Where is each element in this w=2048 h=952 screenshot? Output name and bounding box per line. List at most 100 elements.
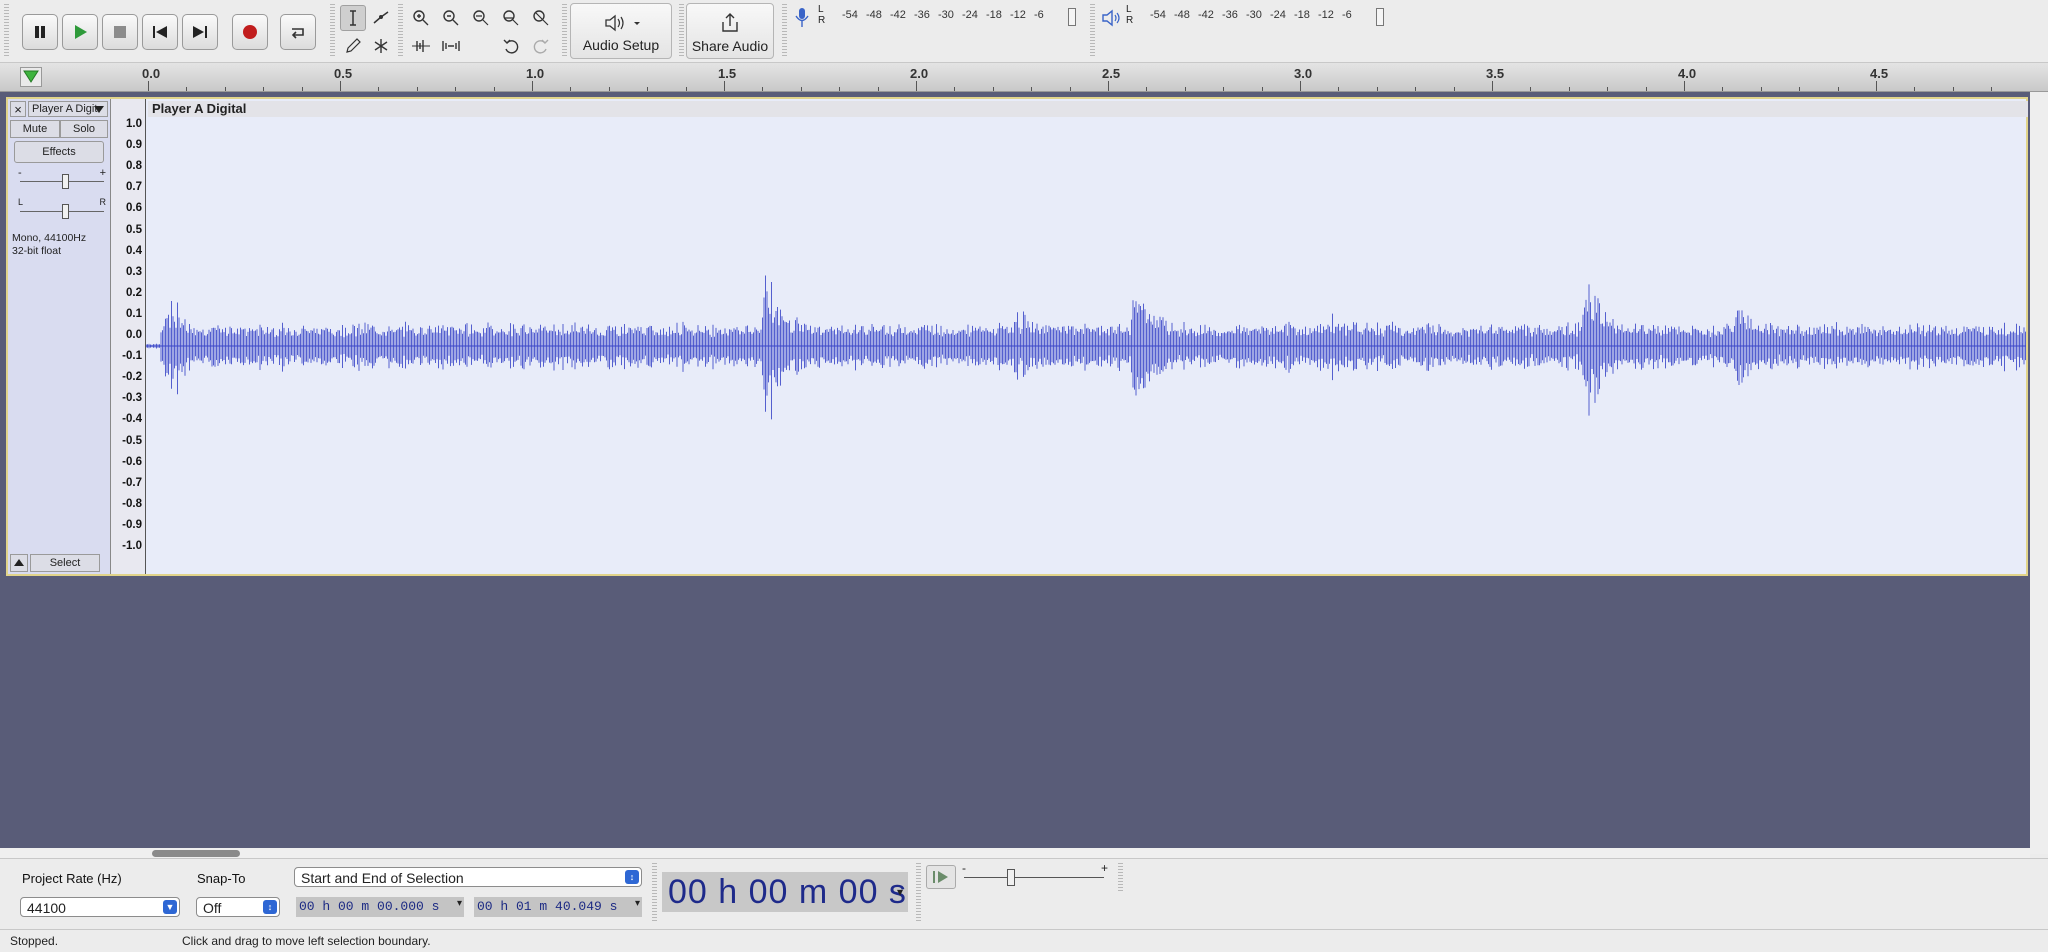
amplitude-label: 0.1 bbox=[126, 307, 142, 320]
amplitude-ruler[interactable]: 1.0 0.9 0.8 0.7 0.6 0.5 0.4 0.3 0.2 0.1 0.0 -0.1 -0.… bbox=[111, 99, 146, 574]
ruler-label: 3.5 bbox=[1486, 66, 1505, 81]
ruler-label: 3.0 bbox=[1294, 66, 1313, 81]
skip-to-end-button[interactable] bbox=[182, 14, 218, 50]
caret-down-icon: ▾ bbox=[896, 885, 904, 899]
toolbar-grip[interactable] bbox=[1090, 4, 1095, 58]
amplitude-label: 0.8 bbox=[126, 160, 142, 173]
fit-project-button[interactable] bbox=[498, 5, 524, 31]
trim-icon bbox=[412, 40, 430, 52]
trim-audio-button[interactable] bbox=[408, 33, 434, 59]
gain-slider[interactable]: - + bbox=[18, 167, 106, 191]
zoom-in-button[interactable] bbox=[408, 5, 434, 31]
ruler-minor-tick bbox=[839, 87, 841, 91]
toolbar-grip[interactable] bbox=[782, 4, 787, 58]
horizontal-scrollbar[interactable] bbox=[0, 848, 2030, 858]
play-button[interactable] bbox=[62, 14, 98, 50]
undo-button[interactable] bbox=[498, 33, 524, 59]
ruler-label: 4.0 bbox=[1678, 66, 1697, 81]
selection-toolbar: Project Rate (Hz) 44100 ▼ Snap-To Off ↕ … bbox=[0, 858, 2048, 929]
ruler-minor-tick bbox=[1031, 87, 1033, 91]
amplitude-label: -0.2 bbox=[122, 371, 142, 384]
project-rate-select[interactable]: 44100 ▼ bbox=[20, 897, 180, 917]
redo-button[interactable] bbox=[528, 33, 554, 59]
selection-end-time[interactable]: 00 h 01 m 40.049 s ▾ bbox=[474, 897, 642, 917]
ruler-minor-tick bbox=[1952, 87, 1954, 91]
play-speed-slider[interactable]: - + bbox=[960, 861, 1110, 891]
toolbar-grip[interactable] bbox=[652, 863, 657, 923]
play-speed-slider-thumb[interactable] bbox=[1007, 869, 1015, 886]
zoom-toggle-button[interactable] bbox=[528, 5, 554, 31]
zoom-out-button[interactable] bbox=[438, 5, 464, 31]
i-beam-icon bbox=[350, 10, 356, 26]
meter-handle[interactable] bbox=[1376, 8, 1384, 26]
timeline-options-button[interactable] bbox=[20, 67, 42, 87]
vertical-scrollbar[interactable] bbox=[2030, 92, 2048, 854]
envelope-tool[interactable] bbox=[368, 5, 394, 31]
toolbar-grip[interactable] bbox=[1118, 863, 1123, 891]
meter-tick-label: -6 bbox=[1034, 9, 1044, 21]
ruler-minor-tick bbox=[570, 87, 572, 91]
solo-button[interactable]: Solo bbox=[60, 120, 108, 138]
toolbar-grip[interactable] bbox=[330, 4, 335, 58]
triangle-down-icon bbox=[23, 70, 39, 83]
timeline-ruler[interactable]: 0.0 0.5 1.0 1.5 2.0 2.5 3.0 3.5 4.0 4.5 bbox=[0, 63, 2048, 92]
stop-button[interactable] bbox=[102, 14, 138, 50]
pan-right-label: R bbox=[99, 197, 107, 207]
meter-right-label: R bbox=[1126, 15, 1134, 26]
track-menu-button[interactable]: Player A Digit bbox=[28, 101, 108, 117]
chevron-down-icon bbox=[94, 106, 104, 113]
audio-setup-button[interactable]: Audio Setup bbox=[570, 3, 672, 59]
gain-plus-label: + bbox=[99, 167, 106, 179]
ruler-minor-tick bbox=[1722, 87, 1724, 91]
time-display[interactable]: 00 h 00 m 00 s ▾ bbox=[662, 872, 908, 912]
select-track-button[interactable]: Select bbox=[30, 554, 100, 572]
ruler-minor-tick bbox=[1837, 87, 1839, 91]
mute-button[interactable]: Mute bbox=[10, 120, 60, 138]
audio-setup-label: Audio Setup bbox=[582, 37, 660, 53]
ruler-major-tick bbox=[148, 81, 149, 91]
meter-handle[interactable] bbox=[1068, 8, 1076, 26]
play-at-speed-button[interactable] bbox=[926, 865, 956, 889]
selection-mode-select[interactable]: Start and End of Selection ↕ bbox=[294, 867, 642, 887]
toolbar-grip[interactable] bbox=[4, 4, 9, 58]
selection-tool[interactable] bbox=[340, 5, 366, 31]
toolbar-grip[interactable] bbox=[679, 4, 684, 58]
toolbar-grip[interactable] bbox=[398, 4, 403, 58]
fit-selection-button[interactable] bbox=[468, 5, 494, 31]
amplitude-label: 1.0 bbox=[126, 118, 142, 130]
snap-to-select[interactable]: Off ↕ bbox=[196, 897, 280, 917]
meter-tick-label: -24 bbox=[1270, 9, 1286, 21]
effects-button[interactable]: Effects bbox=[14, 141, 104, 163]
waveform-display[interactable]: Player A Digital bbox=[146, 99, 2028, 574]
selection-start-time[interactable]: 00 h 00 m 00.000 s ▾ bbox=[296, 897, 464, 917]
ruler-major-tick bbox=[340, 81, 341, 91]
multi-tool[interactable] bbox=[368, 33, 394, 59]
pan-slider-thumb[interactable] bbox=[62, 204, 69, 219]
skip-start-icon bbox=[153, 26, 167, 38]
skip-to-start-button[interactable] bbox=[142, 14, 178, 50]
draw-tool[interactable] bbox=[340, 33, 366, 59]
amplitude-label: -0.7 bbox=[122, 476, 142, 489]
amplitude-label: -0.9 bbox=[122, 518, 142, 531]
ruler-minor-tick bbox=[762, 87, 764, 91]
pause-button[interactable] bbox=[22, 14, 58, 50]
collapse-track-button[interactable] bbox=[10, 554, 28, 572]
toolbar-grip[interactable] bbox=[562, 4, 567, 58]
recording-meter[interactable]: L R -54 -48 -42 -36 -30 -24 -18 -12 -6 bbox=[792, 4, 1082, 30]
ruler-major-tick bbox=[916, 81, 917, 91]
track-close-button[interactable]: × bbox=[10, 101, 26, 117]
playback-meter[interactable]: L R -54 -48 -42 -36 -30 -24 -18 -12 -6 bbox=[1100, 4, 1390, 30]
share-audio-button[interactable]: Share Audio bbox=[686, 3, 774, 59]
horizontal-scrollbar-thumb[interactable] bbox=[152, 850, 240, 857]
gain-slider-thumb[interactable] bbox=[62, 174, 69, 189]
record-button[interactable] bbox=[232, 14, 268, 50]
ruler-minor-tick bbox=[301, 87, 303, 91]
silence-audio-button[interactable] bbox=[438, 33, 464, 59]
pan-slider[interactable]: L R bbox=[18, 197, 106, 221]
triangle-up-icon bbox=[14, 559, 24, 566]
loop-button[interactable] bbox=[280, 14, 316, 50]
ruler-label: 2.0 bbox=[910, 66, 929, 81]
toolbar-grip[interactable] bbox=[916, 863, 921, 923]
ruler-major-tick bbox=[1300, 81, 1301, 91]
ruler-label: 4.5 bbox=[1870, 66, 1889, 81]
